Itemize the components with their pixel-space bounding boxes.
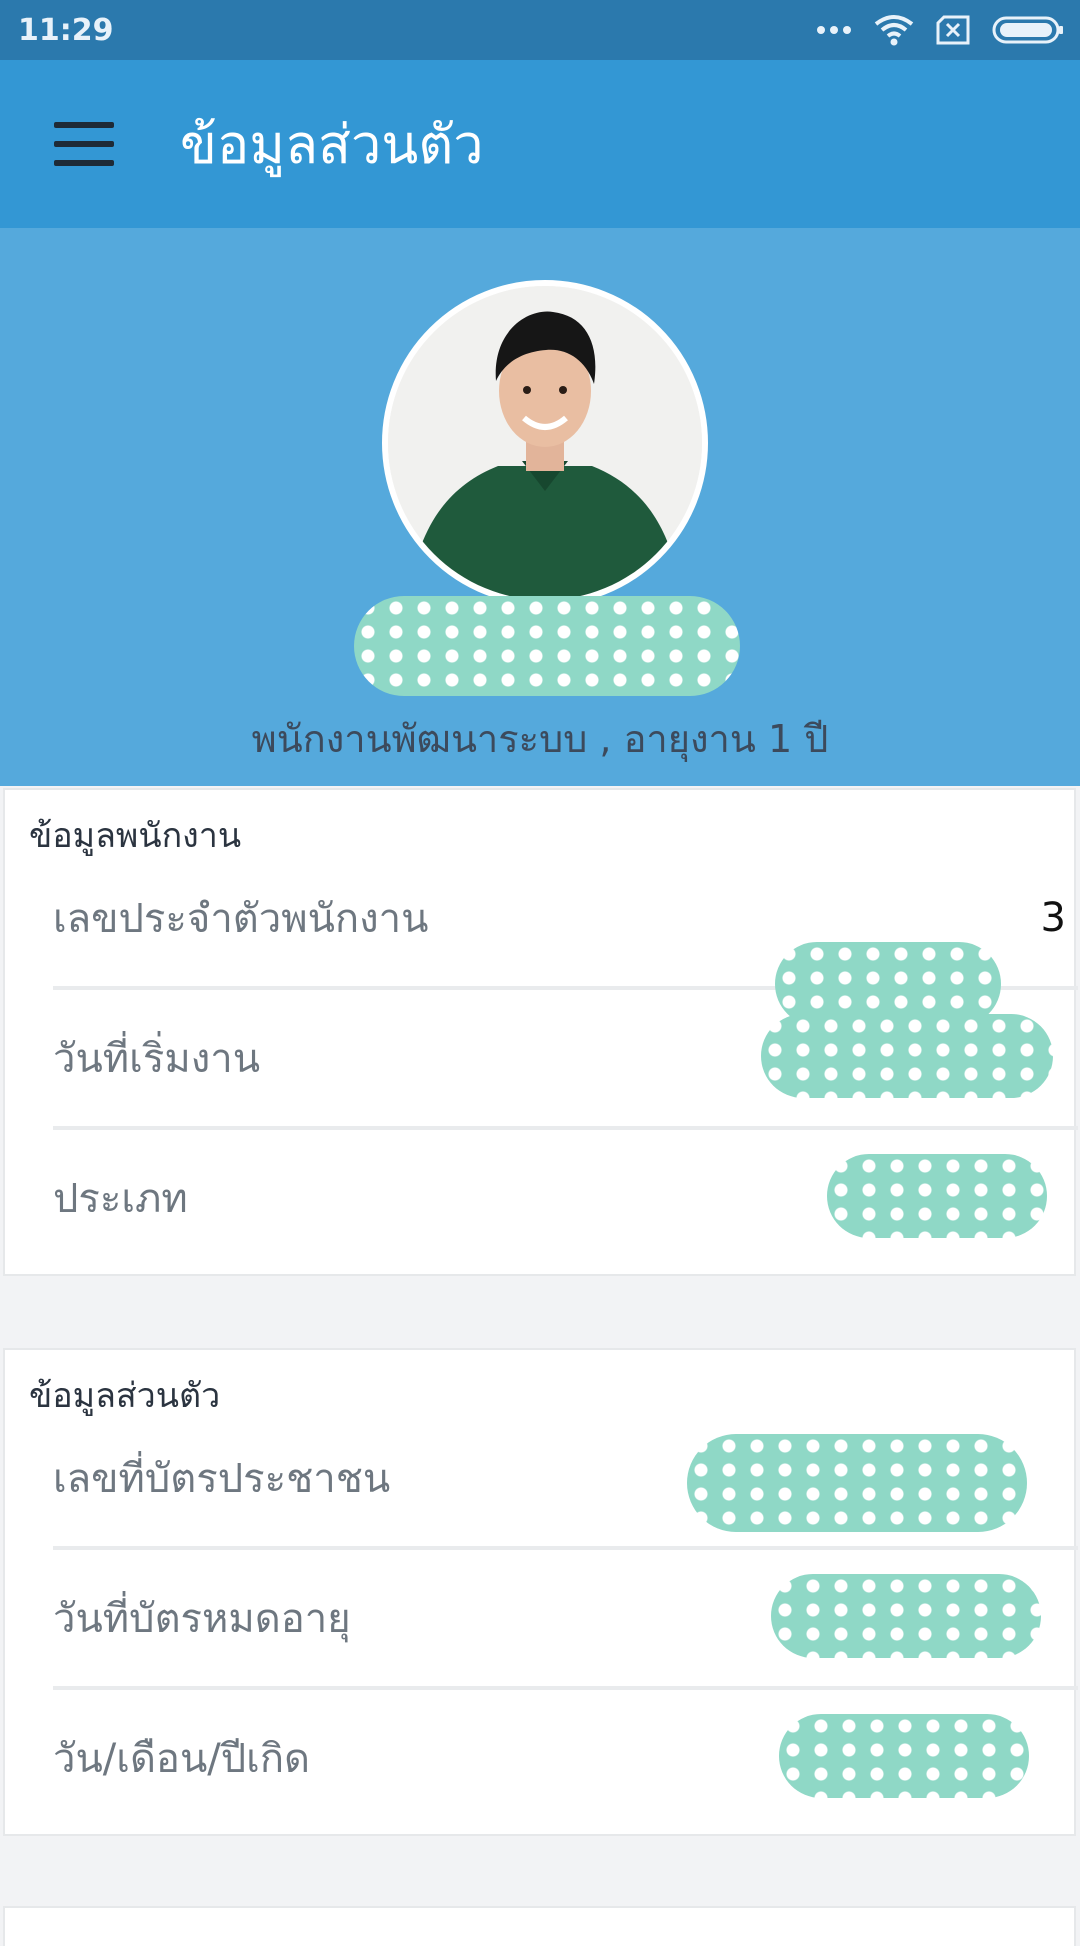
next-card — [3, 1906, 1076, 1946]
row-label: วันที่บัตรหมดอายุ — [53, 1596, 351, 1642]
profile-header: พนักงานพัฒนาระบบ , อายุงาน 1 ปี — [0, 228, 1080, 786]
employee-info-card: ข้อมูลพนักงาน เลขประจำตัวพนักงาน 3 วันที… — [3, 788, 1078, 1276]
personal-info-card: ข้อมูลส่วนตัว เลขที่บัตรประชาชน วันที่บั… — [3, 1348, 1078, 1836]
row-card-expiry[interactable]: วันที่บัตรหมดอายุ — [53, 1550, 1078, 1690]
wifi-icon — [874, 15, 914, 46]
row-national-id[interactable]: เลขที่บัตรประชาชน — [53, 1410, 1078, 1550]
row-label: เลขประจำตัวพนักงาน — [53, 896, 429, 942]
row-employee-id[interactable]: เลขประจำตัวพนักงาน 3 — [53, 850, 1078, 1026]
row-birth-date[interactable]: วัน/เดือน/ปีเกิด — [53, 1690, 1078, 1830]
status-icons — [816, 14, 1064, 46]
profile-role: พนักงานพัฒนาระบบ , อายุงาน 1 ปี — [251, 717, 829, 761]
sim-off-icon — [936, 15, 970, 45]
avatar-photo — [388, 286, 702, 600]
hamburger-menu-icon[interactable] — [54, 122, 114, 166]
row-value-redacted — [779, 1714, 1029, 1798]
status-time: 11:29 — [18, 12, 114, 48]
row-value-redacted — [687, 1434, 1027, 1532]
row-label: วันที่เริ่มงาน — [53, 1036, 261, 1082]
row-label: เลขที่บัตรประชาชน — [53, 1456, 391, 1502]
row-value-redacted — [771, 1574, 1041, 1658]
avatar[interactable] — [382, 280, 708, 606]
battery-icon — [992, 16, 1063, 44]
row-employee-type[interactable]: ประเภท — [53, 1130, 1078, 1270]
row-value-employee-id: 3 — [1040, 895, 1066, 941]
row-value-redacted — [761, 1014, 1053, 1098]
profile-name-redacted — [354, 596, 740, 696]
status-bar: 11:29 — [0, 0, 1080, 60]
page-title: ข้อมูลส่วนตัว — [180, 113, 484, 176]
row-value-redacted — [827, 1154, 1047, 1238]
app-bar: ข้อมูลส่วนตัว — [0, 60, 1080, 228]
row-start-date[interactable]: วันที่เริ่มงาน — [53, 990, 1078, 1130]
row-label: วัน/เดือน/ปีเกิด — [53, 1736, 311, 1782]
row-label: ประเภท — [53, 1176, 188, 1222]
more-dots-icon — [817, 26, 851, 34]
